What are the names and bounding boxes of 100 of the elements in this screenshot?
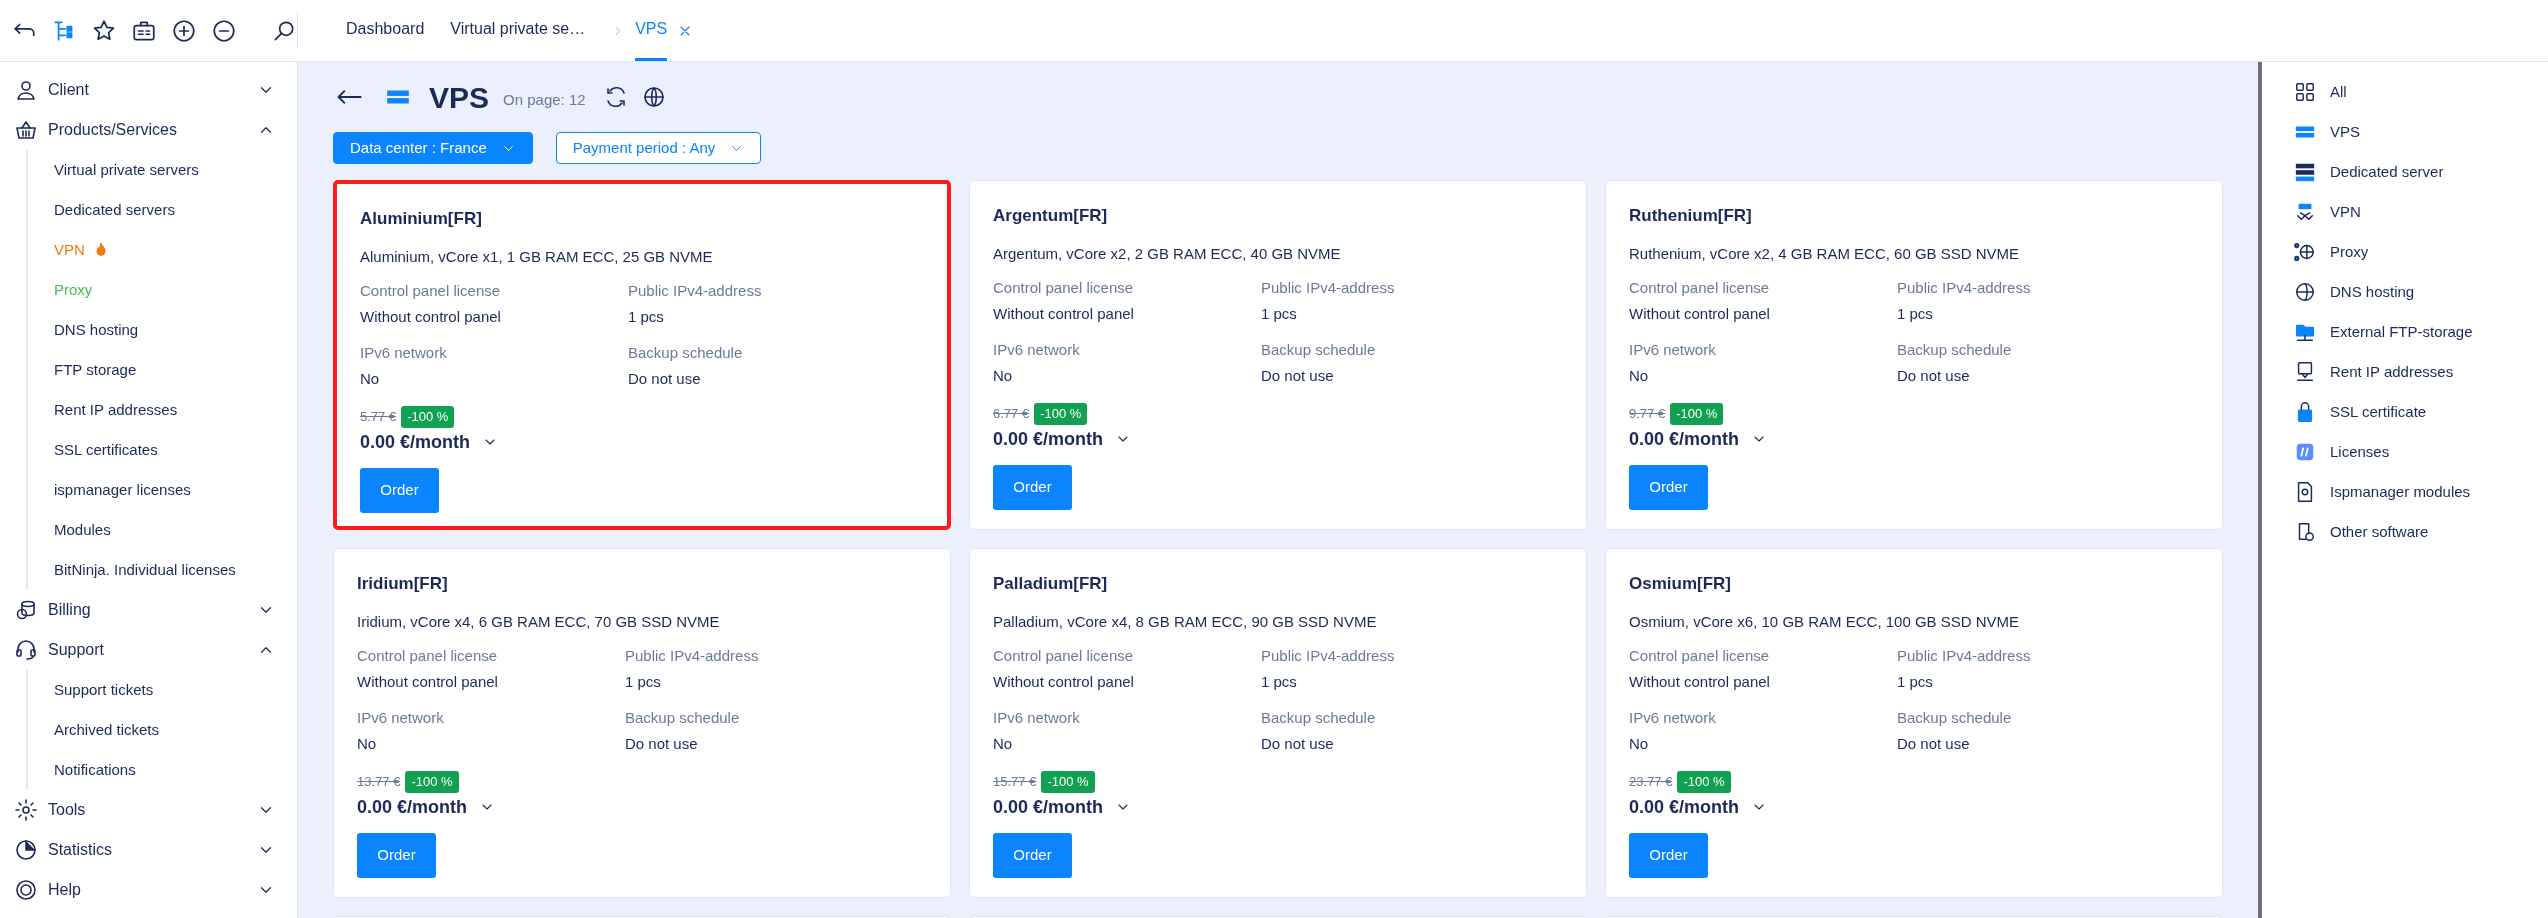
spec-label: Control panel license — [993, 278, 1135, 298]
category-link[interactable]: Other software — [2294, 512, 2429, 552]
category-link[interactable]: Proxy — [2294, 232, 2369, 272]
order-button[interactable]: Order — [993, 464, 1072, 510]
sidebar-group[interactable]: Statistics — [0, 830, 297, 870]
plan-description: Ruthenium, vCore x2, 4 GB RAM ECC, 60 GB SSD NVME — [1629, 243, 2021, 264]
sidebar-item[interactable]: SSL certificates — [28, 430, 297, 470]
plan-name: Argentum[FR] — [993, 205, 1109, 227]
discount-badge: -100 % — [401, 406, 455, 428]
category-icon — [2294, 441, 2316, 463]
spec-label: Backup schedule — [625, 708, 741, 728]
spec-label: Backup schedule — [628, 343, 744, 363]
spec-label: Public IPv4-address — [1261, 278, 1396, 298]
spec-label: IPv6 network — [357, 708, 445, 728]
spec-label: Public IPv4-address — [1261, 646, 1396, 666]
category-link[interactable]: External FTP-storage — [2294, 312, 2473, 352]
minus-circle-icon[interactable] — [211, 17, 237, 44]
sidebar-item[interactable]: Notifications — [28, 750, 297, 790]
spec-value: Do not use — [625, 733, 699, 754]
plan-name: Osmium[FR] — [1629, 573, 1732, 595]
breadcrumb-tab[interactable]: Virtual private se… — [450, 0, 586, 61]
price-dropdown[interactable]: 0.00 €/month — [360, 428, 499, 456]
filter-dropdown[interactable]: Payment period : Any — [555, 132, 762, 164]
spec-value: Do not use — [1897, 365, 1971, 386]
category-link[interactable]: DNS hosting — [2294, 272, 2415, 312]
discount-badge: -100 % — [1670, 403, 1724, 425]
order-button[interactable]: Order — [1629, 464, 1708, 510]
order-button[interactable]: Order — [357, 832, 436, 878]
plan-name: Iridium[FR] — [357, 573, 449, 595]
sidebar-group[interactable]: Support — [0, 630, 297, 670]
price-dropdown[interactable]: 0.00 €/month — [1629, 425, 1768, 453]
old-price: 6.77 € — [993, 405, 1030, 423]
spec-value: Without control panel — [993, 671, 1135, 692]
spec-value: Without control panel — [357, 671, 499, 692]
spec-value: Without control panel — [1629, 671, 1771, 692]
spec-label: Backup schedule — [1261, 708, 1377, 728]
sidebar-group-icon — [14, 598, 38, 622]
discount-badge: -100 % — [1677, 771, 1731, 793]
spec-label: Backup schedule — [1261, 340, 1377, 360]
plan-description: Argentum, vCore x2, 2 GB RAM ECC, 40 GB NVME — [993, 243, 1342, 264]
price-dropdown[interactable]: 0.00 €/month — [993, 425, 1132, 453]
sidebar-item[interactable]: Support tickets — [28, 670, 297, 710]
spec-value: 1 pcs — [1897, 671, 1934, 692]
sidebar-group[interactable]: Help — [0, 870, 297, 910]
category-icon — [2294, 81, 2316, 103]
category-link[interactable]: VPN — [2294, 192, 2361, 232]
category-icon — [2294, 281, 2316, 303]
old-price: 15.77 € — [993, 773, 1037, 791]
sidebar-group-icon — [14, 798, 38, 822]
sidebar-item[interactable]: DNS hosting — [28, 310, 297, 350]
category-link[interactable]: SSL certificate — [2294, 392, 2427, 432]
category-link[interactable]: Rent IP addresses — [2294, 352, 2454, 392]
globe-icon[interactable] — [641, 85, 666, 109]
sidebar-group[interactable]: Client — [0, 70, 297, 110]
sidebar-item[interactable]: Virtual private servers — [28, 150, 297, 190]
sidebar-group[interactable]: Billing — [0, 590, 297, 630]
spec-label: Backup schedule — [1897, 340, 2013, 360]
category-link[interactable]: VPS — [2294, 112, 2360, 152]
spec-value: No — [360, 368, 381, 389]
category-icon — [2294, 201, 2316, 223]
plan-name: Palladium[FR] — [993, 573, 1109, 595]
spec-value: Do not use — [1261, 365, 1335, 386]
sidebar-item[interactable]: Archived tickets — [28, 710, 297, 750]
page-title: VPS — [429, 79, 490, 116]
sidebar-group-icon — [14, 878, 38, 902]
price-dropdown[interactable]: 0.00 €/month — [357, 793, 496, 821]
spec-label: Public IPv4-address — [1897, 278, 2032, 298]
plus-circle-icon[interactable] — [171, 17, 197, 44]
spec-value: 1 pcs — [1261, 303, 1298, 324]
category-link[interactable]: All — [2294, 72, 2347, 112]
spec-value: Do not use — [1261, 733, 1335, 754]
sidebar-group-icon — [14, 78, 38, 102]
spec-value: Do not use — [628, 368, 702, 389]
order-button[interactable]: Order — [360, 467, 439, 513]
discount-badge: -100 % — [1041, 771, 1095, 793]
sidebar-group[interactable]: Products/Services — [0, 110, 297, 150]
scrollbar[interactable] — [2258, 62, 2262, 918]
order-button[interactable]: Order — [993, 832, 1072, 878]
spec-value: No — [357, 733, 378, 754]
price-dropdown[interactable]: 0.00 €/month — [1629, 793, 1768, 821]
spec-value: 1 pcs — [625, 671, 662, 692]
sidebar-item[interactable]: ispmanager licenses — [28, 470, 297, 510]
sidebar-item[interactable]: Modules — [28, 510, 297, 550]
sidebar-item[interactable]: BitNinja. Individual licenses — [28, 550, 297, 590]
filter-dropdown[interactable]: Data center : France — [333, 132, 533, 164]
breadcrumb-tab[interactable]: Dashboard — [346, 0, 425, 61]
sidebar-item[interactable]: FTP storage — [28, 350, 297, 390]
spec-label: IPv6 network — [1629, 708, 1717, 728]
sidebar-group[interactable]: Tools — [0, 790, 297, 830]
sidebar-item[interactable]: Rent IP addresses — [28, 390, 297, 430]
order-button[interactable]: Order — [1629, 832, 1708, 878]
sidebar-group-icon — [14, 638, 38, 662]
category-link[interactable]: Dedicated server — [2294, 152, 2444, 192]
spec-label: Public IPv4-address — [628, 281, 763, 301]
category-link[interactable]: Licenses — [2294, 432, 2390, 472]
spec-value: 1 pcs — [628, 306, 665, 327]
price-dropdown[interactable]: 0.00 €/month — [993, 793, 1132, 821]
category-link[interactable]: Ispmanager modules — [2294, 472, 2471, 512]
old-price: 23.77 € — [1629, 773, 1673, 791]
sidebar-item[interactable]: Dedicated servers — [28, 190, 297, 230]
